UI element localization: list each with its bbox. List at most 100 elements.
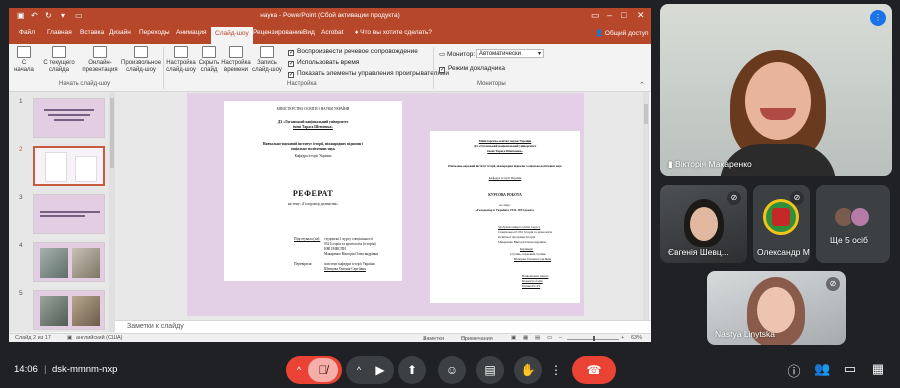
- participant-face: [690, 207, 718, 241]
- media-controls-checkbox[interactable]: ✓ Показать элементы управления проигрыват…: [288, 70, 449, 78]
- ribbon-options-icon[interactable]: ▭: [591, 10, 600, 21]
- notes-pane[interactable]: Заметки к слайду: [115, 320, 651, 333]
- online-present-icon: [93, 46, 107, 58]
- slide-thumbnails-pane: 1 2 3 4 5: [9, 92, 115, 332]
- participant-tile[interactable]: ⊘ Nastya Linytska: [707, 271, 846, 345]
- doc-institute-line1: Навчально-науковий інститут історії, між…: [262, 142, 364, 146]
- zoom-slider-thumb[interactable]: [593, 336, 595, 341]
- monitor-icon: ▭: [439, 51, 447, 58]
- collapse-ribbon-icon[interactable]: ⌃: [639, 81, 645, 89]
- chat-icon[interactable]: ▭: [842, 361, 858, 377]
- ribbon: С начала С текущего слайда Онлайн-презен…: [9, 44, 651, 92]
- doc2-student-line3: Освітньої програми Історія: [498, 235, 536, 239]
- raise-hand-button[interactable]: ✋: [514, 356, 542, 384]
- more-participants-tile[interactable]: Ще 5 осіб: [816, 185, 890, 263]
- edit-scrollbar[interactable]: [643, 92, 649, 320]
- ribbon-separator: [163, 47, 164, 89]
- participant-tile[interactable]: ⊘ Євгенія Шевц...: [660, 185, 747, 263]
- powerpoint-window: ▣ ↶ ↻ ▾ ▭ наука - PowerPoint (Сбой актив…: [9, 8, 651, 342]
- doc-heading: РЕФЕРАТ: [292, 189, 334, 198]
- more-options-button[interactable]: ⋮: [546, 356, 566, 384]
- people-icon[interactable]: 👥: [814, 361, 830, 377]
- tab-home[interactable]: Главная: [47, 29, 72, 36]
- tab-insert[interactable]: Вставка: [80, 29, 104, 36]
- tab-review[interactable]: Рецензирование: [253, 29, 303, 36]
- doc-topic: на тему: «Голодомор дитинства»: [288, 202, 338, 206]
- zoom-out-icon[interactable]: –: [559, 335, 562, 341]
- hide-slide-button[interactable]: Скрыть слайд: [197, 46, 221, 74]
- avatar: [850, 207, 870, 227]
- normal-view-icon[interactable]: ▣: [511, 335, 516, 341]
- mic-off-icon: ⊘: [727, 191, 741, 205]
- doc-university-line1: ДЗ «Луганський національний університет: [277, 120, 349, 124]
- from-beginning-label: С начала: [14, 60, 34, 73]
- tab-acrobat[interactable]: Acrobat: [321, 29, 343, 36]
- use-timings-checkbox[interactable]: ✓ Использовать время: [288, 59, 359, 67]
- reading-view-icon[interactable]: ▤: [535, 335, 540, 341]
- notes-placeholder: Заметки к слайду: [127, 323, 184, 330]
- from-beginning-button[interactable]: С начала: [13, 46, 35, 74]
- participant-face: [757, 287, 795, 333]
- participant-name: ▮ Вікторія Макаренко: [668, 159, 752, 170]
- slide-thumbnail[interactable]: [33, 194, 105, 234]
- leave-call-button[interactable]: ☎: [572, 356, 616, 384]
- slide-thumbnail[interactable]: [33, 290, 105, 330]
- tab-transitions[interactable]: Переходы: [139, 29, 170, 36]
- doc2-ministry: Міністерство освіти і науки України: [478, 139, 532, 143]
- divider: |: [44, 364, 47, 375]
- share-label: Общий доступ: [604, 30, 649, 37]
- mic-control[interactable]: ^ 🎙̸: [286, 356, 342, 384]
- participant-name: Євгенія Шевц...: [668, 247, 729, 257]
- tab-slideshow[interactable]: Слайд-шоу: [211, 27, 253, 44]
- spellcheck-icon[interactable]: ▣: [67, 335, 72, 341]
- from-current-button[interactable]: С текущего слайда: [43, 46, 75, 74]
- slide-thumbnail[interactable]: [33, 242, 105, 282]
- captions-button[interactable]: ▤: [476, 356, 504, 384]
- monitor-value: Автоматически: [479, 51, 521, 57]
- doc-institute-line2: соціально-політичних наук: [290, 147, 336, 151]
- close-icon[interactable]: ✕: [637, 10, 645, 21]
- record-icon: [260, 46, 274, 58]
- rehearse-timings-button[interactable]: Настройка времени: [221, 46, 251, 74]
- maximize-icon[interactable]: □: [621, 10, 626, 20]
- comments-label: Примечания: [461, 336, 493, 342]
- mic-off-icon[interactable]: 🎙̸: [308, 358, 338, 382]
- slideshow-view-icon[interactable]: ▭: [547, 335, 552, 341]
- setup-show-button[interactable]: Настройка слайд-шоу: [166, 46, 196, 74]
- tab-animation[interactable]: Анимация: [176, 29, 207, 36]
- meeting-controls-bar: 14:06 | dsk-mmnm-nxp ^ 🎙̸ ^ ▶ ⬆ ☺ ▤ ✋ ⋮ …: [0, 350, 900, 388]
- slide-thumbnail[interactable]: [33, 98, 105, 138]
- participant-tile-main[interactable]: ⋮ ▮ Вікторія Макаренко: [660, 4, 892, 176]
- activities-icon[interactable]: ▦: [870, 361, 886, 377]
- record-show-button[interactable]: Запись слайд-шоу: [251, 46, 283, 74]
- narration-checkbox[interactable]: ✓ Воспроизвести речевое сопровождение: [288, 48, 418, 56]
- tell-me-label: Что вы хотите сделать?: [360, 29, 432, 36]
- sorter-view-icon[interactable]: ▦: [523, 335, 528, 341]
- tab-design[interactable]: Дизайн: [109, 29, 131, 36]
- present-button[interactable]: ⬆: [398, 356, 426, 384]
- participant-tile[interactable]: ⊘ Олександр М...: [753, 185, 810, 263]
- minimize-icon[interactable]: –: [607, 10, 612, 20]
- online-present-button[interactable]: Онлайн-презентация: [81, 46, 119, 74]
- camera-control[interactable]: ^ ▶: [346, 356, 394, 384]
- hang-up-icon: ☎: [586, 363, 602, 377]
- monitor-select[interactable]: Автоматически ▾: [476, 49, 544, 58]
- info-icon[interactable]: ⓘ: [786, 361, 802, 380]
- doc2-topic-line1: на тему:: [499, 203, 511, 207]
- custom-show-button[interactable]: Произвольное слайд-шоу: [121, 46, 161, 74]
- use-timings-label: Использовать время: [297, 59, 360, 66]
- emoji-button[interactable]: ☺: [438, 356, 466, 384]
- tab-view[interactable]: Вид: [303, 29, 315, 36]
- online-present-label: Онлайн-презентация: [82, 60, 118, 73]
- group-label-setup: Настройка: [287, 81, 317, 87]
- tab-file[interactable]: Файл: [19, 29, 35, 36]
- presenter-view-checkbox[interactable]: ✓ Режим докладчика: [439, 65, 505, 73]
- present-screen-icon: ⬆: [406, 363, 418, 377]
- zoom-in-icon[interactable]: +: [621, 335, 624, 341]
- current-slide[interactable]: МІНІСТЕРСТВО ОСВІТИ І НАУКИ УКРАЇНИ ДЗ «…: [187, 93, 584, 316]
- slide-number: 5: [19, 290, 23, 297]
- share-button[interactable]: 👤 Общий доступ: [595, 29, 649, 37]
- tell-me-search[interactable]: ♦ Что вы хотите сделать?: [355, 29, 432, 36]
- slide-thumbnail-selected[interactable]: [33, 146, 105, 186]
- group-label-monitors: Мониторы: [477, 81, 506, 87]
